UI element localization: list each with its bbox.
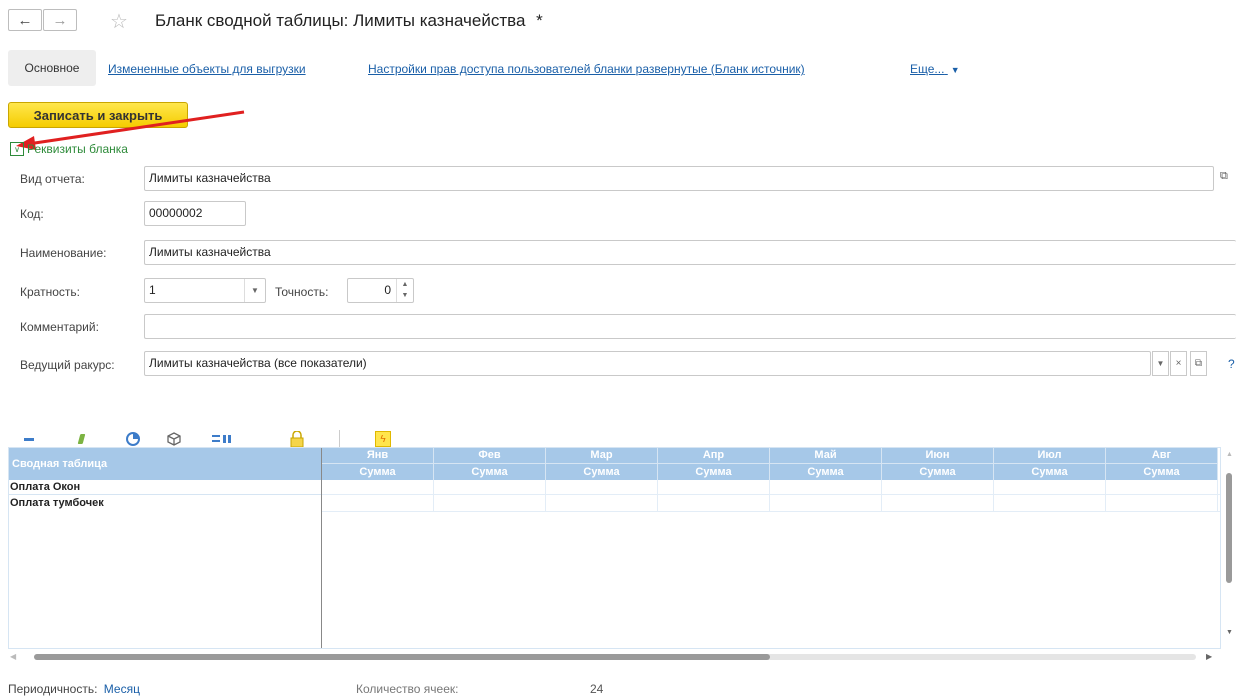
open-perspective-icon[interactable]: ⧉ [1190,351,1207,376]
star-icon[interactable]: ☆ [110,9,128,34]
tab-changed-objects[interactable]: Измененные объекты для выгрузки [108,62,306,76]
code-label: Код: [20,207,44,221]
window-title: Бланк сводной таблицы: Лимиты казначейст… [155,11,543,31]
precision-stepper[interactable]: 0 ▲ ▼ [347,278,414,303]
toolbar-divider [339,430,340,448]
cells-count-label: Количество ячеек: [356,682,459,696]
grid-month-label: Апр [658,448,769,464]
tab-more-label: Еще... [910,62,945,76]
comment-label: Комментарий: [20,320,99,334]
cell-divider [657,480,658,511]
clear-icon[interactable]: × [1170,351,1187,376]
grid-month-column: Янв Сумма [322,448,434,480]
modified-mark: * [536,11,543,30]
comment-field[interactable] [144,314,1236,339]
grid-month-column: Авг Сумма [1106,448,1218,480]
grid-month-column: Фев Сумма [434,448,546,480]
report-type-label: Вид отчета: [20,172,85,186]
help-icon[interactable]: ? [1228,357,1235,371]
horizontal-scrollbar[interactable]: ◀ ▶ [8,650,1221,664]
grid-month-label: Авг [1106,448,1217,464]
grid-month-label: Май [770,448,881,464]
row-divider [322,494,1220,495]
vertical-scroll-thumb[interactable] [1226,473,1232,583]
tab-access-settings[interactable]: Настройки прав доступа пользователей бла… [368,62,805,76]
row-divider [322,511,1220,512]
report-type-field[interactable]: Лимиты казначейства [144,166,1214,191]
name-field[interactable]: Лимиты казначейства [144,240,1236,265]
grid-month-label: Фев [434,448,545,464]
scroll-right-icon[interactable]: ▶ [1206,652,1212,661]
grid-month-column: Апр Сумма [658,448,770,480]
scroll-up-icon[interactable]: ▲ [1226,451,1233,458]
cells-count-value: 24 [590,682,604,696]
cell-divider [545,480,546,511]
forward-button[interactable]: → [43,9,77,31]
back-button[interactable]: ← [8,9,42,31]
grid-sum-label: Сумма [1143,466,1180,478]
grid-sum-label: Сумма [471,466,508,478]
grid-sum-label: Сумма [919,466,956,478]
open-icon[interactable]: ⧉ [1220,170,1228,183]
perspective-label: Ведущий ракурс: [20,358,115,372]
perspective-dropdown-icon[interactable]: ▼ [1152,351,1169,376]
grid-month-column: Июл Сумма [994,448,1106,480]
cell-divider [1105,480,1106,511]
grid-sum-label: Сумма [807,466,844,478]
cell-divider [881,480,882,511]
stepper-arrows-icon[interactable]: ▲ ▼ [396,279,413,302]
grid-sum-label: Сумма [583,466,620,478]
grid-row-label: Оплата тумбочек [10,497,104,509]
chevron-down-box-icon: ∨ [10,142,24,156]
tab-main[interactable]: Основное [8,50,96,86]
grid-sum-label: Сумма [1031,466,1068,478]
code-value: 00000002 [149,206,203,220]
name-value: Лимиты казначейства [149,245,271,259]
grid-month-label: Мар [546,448,657,464]
cell-divider [993,480,994,511]
precision-value: 0 [384,283,391,297]
multiplicity-label: Кратность: [20,285,80,299]
periodicity: Периодичность: Месяц [8,682,140,696]
periodicity-link[interactable]: Месяц [104,682,140,696]
grid-month-column: Май Сумма [770,448,882,480]
arrow-right-icon: → [52,11,68,29]
cell-divider [769,480,770,511]
multiplicity-value: 1 [149,283,156,297]
grid-sum-label: Сумма [695,466,732,478]
grid-month-column: Июн Сумма [882,448,994,480]
multiplicity-select[interactable]: 1 ▼ [144,278,266,303]
grid-month-column: Мар Сумма [546,448,658,480]
precision-label: Точность: [275,285,329,299]
group-toggle[interactable]: ∨ Реквизиты бланка [10,142,128,156]
group-label: Реквизиты бланка [27,142,128,156]
grid-corner-label: Сводная таблица [9,448,321,480]
name-label: Наименование: [20,246,107,260]
chevron-down-icon: ▼ [950,65,960,75]
grid-month-label: Июн [882,448,993,464]
perspective-field[interactable]: Лимиты казначейства (все показатели) [144,351,1151,376]
vertical-scrollbar[interactable]: ▲ ▼ [1222,447,1236,647]
cell-divider [1217,480,1218,511]
grid-row-label: Оплата Окон [10,481,81,493]
code-field[interactable]: 00000002 [144,201,246,226]
horizontal-scroll-thumb[interactable] [34,654,770,660]
window-title-text: Бланк сводной таблицы: Лимиты казначейст… [155,11,526,30]
cell-divider [433,480,434,511]
arrow-left-icon: ← [17,11,33,29]
grid-month-label: Янв [322,448,433,464]
row-divider [9,494,321,495]
tab-main-label: Основное [24,61,80,75]
tab-more[interactable]: Еще... ▼ [910,62,960,76]
grid-month-label: Июл [994,448,1105,464]
perspective-value: Лимиты казначейства (все показатели) [149,356,367,370]
scroll-left-icon[interactable]: ◀ [10,652,16,661]
scroll-down-icon[interactable]: ▼ [1226,629,1233,636]
periodicity-label: Периодичность: [8,682,98,696]
report-type-value: Лимиты казначейства [149,171,271,185]
dropdown-arrow-icon[interactable]: ▼ [244,279,265,302]
grid-sum-label: Сумма [359,466,396,478]
